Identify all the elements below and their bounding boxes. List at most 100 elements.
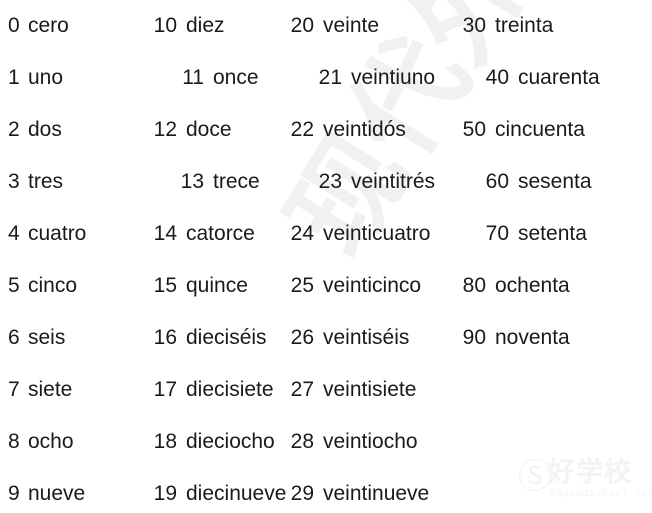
number-entry-6: 6 seis <box>8 312 65 364</box>
number-entry-22: 22 veintidós <box>290 104 406 156</box>
number-entry-12: 12 doce <box>153 104 232 156</box>
table-row: 4 cuatro 14 catorce 24 veinticuatro 70 setenta <box>0 208 652 260</box>
numeral: 17 <box>153 378 177 401</box>
numeral: 14 <box>153 222 177 245</box>
number-entry-23: 23 veintitrés <box>318 156 435 208</box>
number-entry-16: 16 dieciséis <box>153 312 267 364</box>
spanish-word: nueve <box>28 482 86 505</box>
number-entry-14: 14 catorce <box>153 208 255 260</box>
number-grid: 0 cero 10 diez 20 veinte 30 treinta 1 uno 11 once 21… <box>0 0 652 513</box>
numeral: 90 <box>462 326 486 349</box>
spanish-word: quince <box>186 274 248 297</box>
spanish-word: dieciocho <box>186 430 275 453</box>
number-entry-60: 60 sesenta <box>485 156 592 208</box>
numeral: 11 <box>182 66 204 89</box>
number-entry-9: 9 nueve <box>8 468 85 513</box>
numeral: 80 <box>462 274 486 297</box>
numeral: 19 <box>153 482 177 505</box>
numeral: 21 <box>318 66 342 89</box>
spanish-word: veintidós <box>323 118 406 141</box>
number-entry-28: 28 veintiocho <box>290 416 418 468</box>
spanish-word: once <box>213 66 259 89</box>
number-entry-2: 2 dos <box>8 104 62 156</box>
number-entry-4: 4 cuatro <box>8 208 86 260</box>
spanish-word: ochenta <box>495 274 570 297</box>
number-entry-1: 1 uno <box>8 52 63 104</box>
numeral: 29 <box>290 482 314 505</box>
numeral: 7 <box>8 378 20 401</box>
numeral: 22 <box>290 118 314 141</box>
spanish-word: cero <box>28 14 69 37</box>
spanish-word: dieciséis <box>186 326 267 349</box>
table-row: 1 uno 11 once 21 veintiuno 40 cuarenta <box>0 52 652 104</box>
numeral: 2 <box>8 118 20 141</box>
numeral: 40 <box>485 66 509 89</box>
table-row: 6 seis 16 dieciséis 26 veintiséis 90 noventa <box>0 312 652 364</box>
numeral: 25 <box>290 274 314 297</box>
spanish-word: cincuenta <box>495 118 585 141</box>
numeral: 27 <box>290 378 314 401</box>
number-entry-29: 29 veintinueve <box>290 468 430 513</box>
number-entry-30: 30 treinta <box>462 0 554 52</box>
number-entry-8: 8 ocho <box>8 416 74 468</box>
spanish-word: setenta <box>518 222 587 245</box>
numeral: 6 <box>8 326 20 349</box>
spanish-word: tres <box>28 170 64 193</box>
number-entry-24: 24 veinticuatro <box>290 208 431 260</box>
spanish-word: seis <box>28 326 66 349</box>
numeral: 3 <box>8 170 20 193</box>
numeral: 1 <box>8 66 20 89</box>
numeral: 9 <box>8 482 20 505</box>
numeral: 50 <box>462 118 486 141</box>
numeral: 20 <box>290 14 314 37</box>
numeral: 15 <box>153 274 177 297</box>
table-row: 0 cero 10 diez 20 veinte 30 treinta <box>0 0 652 52</box>
numeral: 0 <box>8 14 20 37</box>
spanish-word: veinticinco <box>323 274 422 297</box>
number-entry-19: 19 diecinueve <box>153 468 287 513</box>
numeral: 10 <box>153 14 177 37</box>
spanish-word: veinte <box>323 14 380 37</box>
spanish-word: cinco <box>28 274 78 297</box>
number-entry-11: 11 once <box>180 52 259 104</box>
spanish-word: dos <box>28 118 62 141</box>
spanish-word: doce <box>186 118 232 141</box>
number-entry-40: 40 cuarenta <box>485 52 600 104</box>
spanish-word: diecinueve <box>186 482 287 505</box>
spanish-word: veintiuno <box>351 66 436 89</box>
numeral: 26 <box>290 326 314 349</box>
spanish-word: veintiséis <box>323 326 410 349</box>
number-entry-17: 17 diecisiete <box>153 364 274 416</box>
number-entry-0: 0 cero <box>8 0 69 52</box>
number-entry-18: 18 dieciocho <box>153 416 275 468</box>
table-row: 8 ocho 18 dieciocho 28 veintiocho <box>0 416 652 468</box>
numeral: 28 <box>290 430 314 453</box>
number-entry-10: 10 diez <box>153 0 225 52</box>
spanish-word: diecisiete <box>186 378 274 401</box>
table-row: 3 tres 13 trece 23 veintitrés 60 sesenta <box>0 156 652 208</box>
number-entry-15: 15 quince <box>153 260 248 312</box>
number-entry-25: 25 veinticinco <box>290 260 421 312</box>
spanish-word: sesenta <box>518 170 592 193</box>
spanish-word: cuatro <box>28 222 87 245</box>
table-row: 5 cinco 15 quince 25 veinticinco 80 ochenta <box>0 260 652 312</box>
numeral: 70 <box>485 222 509 245</box>
number-entry-50: 50 cincuenta <box>462 104 585 156</box>
numeral: 23 <box>318 170 342 193</box>
spanish-word: cuarenta <box>518 66 600 89</box>
numeral: 18 <box>153 430 177 453</box>
table-row: 9 nueve 19 diecinueve 29 veintinueve <box>0 468 652 513</box>
numeral: 13 <box>180 170 204 193</box>
spanish-word: veinticuatro <box>323 222 431 245</box>
numeral: 16 <box>153 326 177 349</box>
spanish-word: diez <box>186 14 225 37</box>
number-entry-7: 7 siete <box>8 364 72 416</box>
number-entry-90: 90 noventa <box>462 312 570 364</box>
number-entry-21: 21 veintiuno <box>318 52 435 104</box>
spanish-word: trece <box>213 170 260 193</box>
spanish-word: noventa <box>495 326 570 349</box>
spanish-word: uno <box>28 66 64 89</box>
table-row: 7 siete 17 diecisiete 27 veintisiete <box>0 364 652 416</box>
spanish-word: veintinueve <box>323 482 430 505</box>
number-entry-5: 5 cinco <box>8 260 77 312</box>
